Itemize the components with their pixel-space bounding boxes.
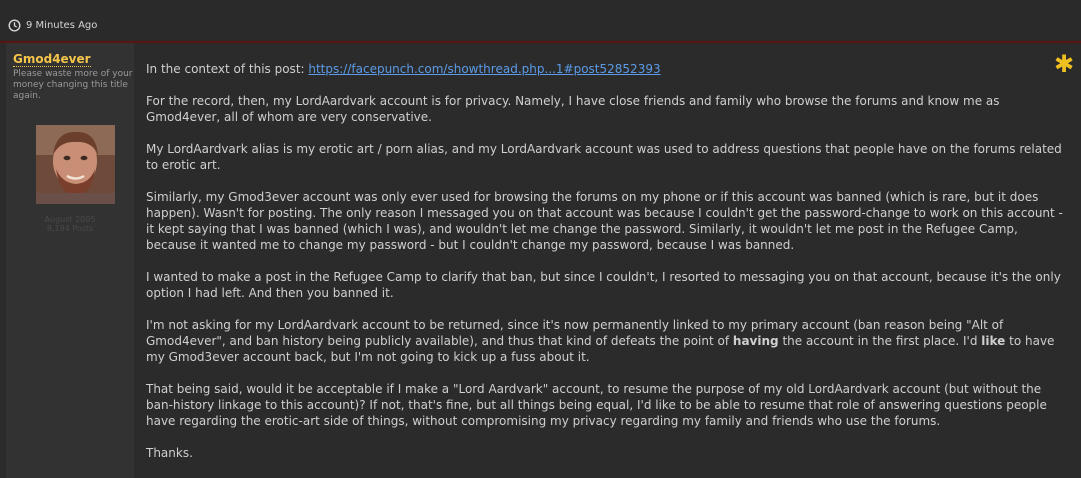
join-date: August 2005	[44, 215, 96, 224]
context-post-link[interactable]: https://facepunch.com/showthread.php...1…	[308, 62, 660, 76]
user-title: Please waste more of your money changing…	[13, 69, 133, 101]
avatar-photo-image	[36, 125, 115, 204]
user-avatar[interactable]	[36, 125, 115, 204]
star-icon[interactable]: ✱	[1054, 52, 1074, 76]
paragraph-6: That being said, would it be acceptable …	[146, 382, 1047, 428]
context-prefix: In the context of this post:	[146, 62, 309, 76]
user-meta: August 2005 8,194 Posts	[6, 215, 134, 233]
post-header: 9 Minutes Ago	[0, 0, 1081, 43]
username-link[interactable]: Gmod4ever	[13, 52, 91, 67]
clock-icon	[8, 19, 21, 32]
post-content: In the context of this post: https://fac…	[146, 61, 1064, 477]
paragraph-7: Thanks.	[146, 446, 193, 460]
paragraph-5-text-c: the account in the first place. I'd	[778, 334, 982, 348]
paragraph-3: Similarly, my Gmod3ever account was only…	[146, 190, 1063, 252]
paragraph-5: I'm not asking for my LordAardvark accou…	[146, 317, 1064, 365]
emphasis-having: having	[732, 334, 779, 348]
paragraph-2: My LordAardvark alias is my erotic art /…	[146, 142, 1062, 172]
context-line: In the context of this post: https://fac…	[146, 61, 1064, 77]
post-count: 8,194 Posts	[46, 224, 94, 233]
emphasis-like: like	[981, 334, 1006, 348]
paragraph-4: I wanted to make a post in the Refugee C…	[146, 270, 1061, 300]
post-body: Gmod4ever Please waste more of your mone…	[0, 43, 1081, 478]
post-timestamp: 9 Minutes Ago	[26, 20, 98, 31]
user-info-panel: Gmod4ever Please waste more of your mone…	[6, 43, 134, 478]
paragraph-1: For the record, then, my LordAardvark ac…	[146, 94, 1000, 124]
